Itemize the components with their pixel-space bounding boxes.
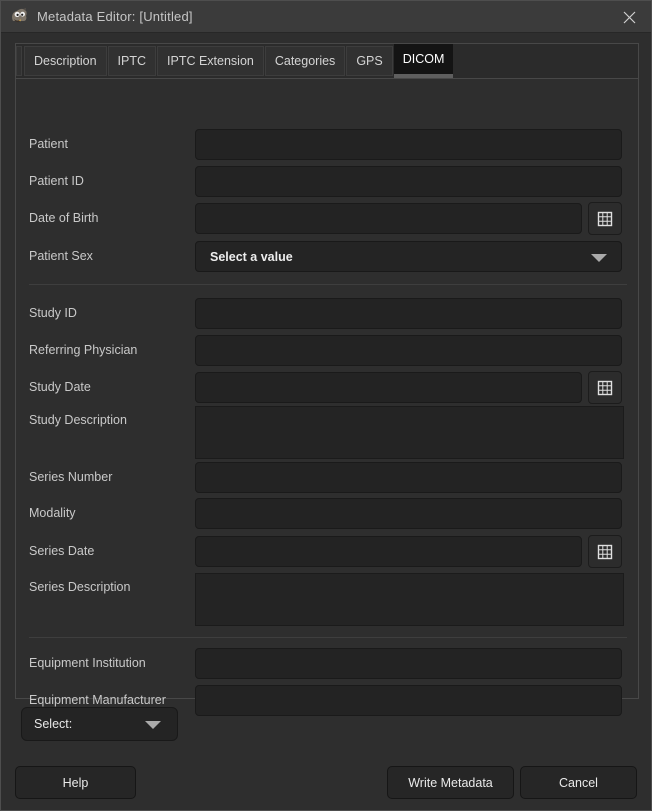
- study-id-input[interactable]: [195, 298, 622, 329]
- study-description-textarea[interactable]: [195, 406, 624, 459]
- equipment-institution-input[interactable]: [195, 648, 622, 679]
- help-button[interactable]: Help: [15, 766, 136, 799]
- series-number-input[interactable]: [195, 462, 622, 493]
- section-separator: [29, 284, 627, 285]
- tab-label: Categories: [275, 54, 335, 68]
- field-label: Patient Sex: [29, 241, 191, 272]
- field-label: Study Date: [29, 372, 191, 403]
- tab-label: IPTC: [118, 54, 146, 68]
- chevron-down-icon: [145, 721, 161, 729]
- cancel-button-label: Cancel: [559, 776, 598, 790]
- titlebar: Metadata Editor: [Untitled]: [1, 1, 651, 33]
- help-button-label: Help: [63, 776, 89, 790]
- tab-dicom[interactable]: DICOM: [394, 44, 454, 78]
- tab-iptc[interactable]: IPTC: [108, 46, 156, 76]
- tab-label: DICOM: [403, 52, 445, 66]
- patient-sex-value: Select a value: [210, 250, 293, 264]
- referring-physician-input[interactable]: [195, 335, 622, 366]
- field-label: Patient: [29, 129, 191, 160]
- tab-gps[interactable]: GPS: [346, 46, 392, 76]
- patient-sex-select[interactable]: Select a value: [195, 241, 622, 272]
- calendar-grid-icon: [597, 380, 613, 396]
- series-description-textarea[interactable]: [195, 573, 624, 626]
- write-metadata-button-label: Write Metadata: [408, 776, 493, 790]
- metadata-notebook: Description IPTC IPTC Extension Categori…: [15, 43, 639, 699]
- field-label: Date of Birth: [29, 203, 191, 234]
- study-date-calendar-button[interactable]: [588, 371, 622, 404]
- series-date-input[interactable]: [195, 536, 582, 567]
- section-separator: [29, 637, 627, 638]
- study-date-input[interactable]: [195, 372, 582, 403]
- window-title: Metadata Editor: [Untitled]: [37, 9, 193, 24]
- tab-label: GPS: [356, 54, 382, 68]
- tab-description[interactable]: Description: [24, 46, 107, 76]
- tab-label: IPTC Extension: [167, 54, 254, 68]
- tab-notch: [16, 46, 22, 76]
- tab-iptc-extension[interactable]: IPTC Extension: [157, 46, 264, 76]
- calendar-grid-icon: [597, 544, 613, 560]
- date-of-birth-input[interactable]: [195, 203, 582, 234]
- field-label: Patient ID: [29, 166, 191, 197]
- field-label: Series Date: [29, 536, 191, 567]
- calendar-grid-icon: [597, 211, 613, 227]
- series-date-calendar-button[interactable]: [588, 535, 622, 568]
- dicom-form: Patient Patient ID Date of Birth Patie: [16, 79, 638, 698]
- chevron-down-icon: [591, 254, 607, 262]
- field-label: Series Description: [29, 573, 191, 596]
- metadata-editor-dialog: Metadata Editor: [Untitled] Description …: [0, 0, 652, 811]
- gimp-wilber-icon: [10, 8, 29, 25]
- equipment-manufacturer-input[interactable]: [195, 685, 622, 716]
- tab-bar: Description IPTC IPTC Extension Categori…: [16, 44, 638, 79]
- field-label: Study Description: [29, 406, 191, 429]
- tab-label: Description: [34, 54, 97, 68]
- field-label: Equipment Institution: [29, 648, 191, 679]
- field-label: Study ID: [29, 298, 191, 329]
- select-dropdown[interactable]: Select:: [21, 707, 178, 741]
- patient-id-input[interactable]: [195, 166, 622, 197]
- modality-input[interactable]: [195, 498, 622, 529]
- tab-categories[interactable]: Categories: [265, 46, 345, 76]
- cancel-button[interactable]: Cancel: [520, 766, 637, 799]
- close-icon: [623, 11, 636, 24]
- field-label: Referring Physician: [29, 335, 191, 366]
- write-metadata-button[interactable]: Write Metadata: [387, 766, 514, 799]
- close-button[interactable]: [607, 1, 651, 33]
- patient-input[interactable]: [195, 129, 622, 160]
- date-of-birth-calendar-button[interactable]: [588, 202, 622, 235]
- field-label: Modality: [29, 498, 191, 529]
- select-dropdown-label: Select:: [34, 717, 72, 731]
- field-label: Series Number: [29, 462, 191, 493]
